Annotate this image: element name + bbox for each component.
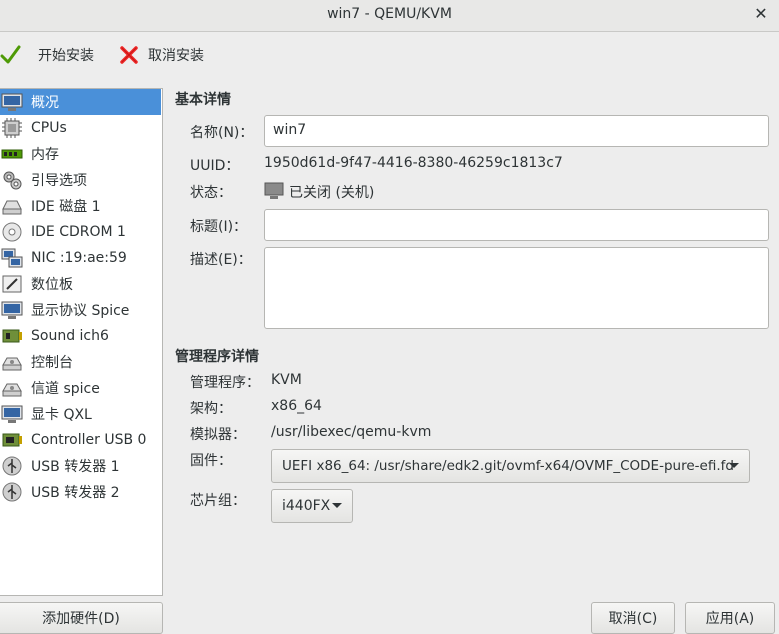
description-label: 描述(E)：	[190, 252, 252, 268]
sidebar-item-label: IDE 磁盘 1	[31, 199, 101, 215]
sidebar-item-tablet[interactable]: 数位板	[0, 271, 161, 297]
sidebar-item-usb-redir-2[interactable]: USB 转发器 2	[0, 479, 161, 505]
emulator-value: /usr/libexec/qemu-kvm	[271, 424, 432, 440]
emulator-label: 模拟器：	[190, 427, 246, 443]
cdrom-icon	[2, 222, 22, 242]
sidebar-item-ide-disk[interactable]: IDE 磁盘 1	[0, 193, 161, 219]
sidebar-item-channel[interactable]: 信道 spice	[0, 375, 161, 401]
display-icon	[1, 301, 23, 319]
title-input[interactable]	[264, 209, 769, 241]
sidebar-item-label: 控制台	[31, 355, 73, 371]
sidebar-item-video[interactable]: 显卡 QXL	[0, 401, 161, 427]
sidebar-item-console[interactable]: 控制台	[0, 349, 161, 375]
video-card-icon	[1, 405, 23, 423]
sidebar-item-label: 信道 spice	[31, 381, 100, 397]
hypervisor-details-heading: 管理程序详情	[175, 349, 259, 365]
sidebar-item-ide-cdrom[interactable]: IDE CDROM 1	[0, 219, 161, 245]
network-icon	[1, 248, 23, 268]
window-title: win7 - QEMU/KVM	[327, 6, 452, 22]
sidebar-item-display[interactable]: 显示协议 Spice	[0, 297, 161, 323]
sidebar-item-label: NIC :19:ae:59	[31, 250, 127, 266]
uuid-label: UUID：	[190, 158, 240, 174]
start-install-label: 开始安装	[38, 48, 94, 64]
chevron-down-icon	[332, 503, 342, 508]
chipset-value: i440FX	[282, 498, 331, 514]
sidebar-item-label: 内存	[31, 147, 59, 163]
arch-value: x86_64	[271, 398, 322, 414]
sidebar-item-label: IDE CDROM 1	[31, 224, 126, 240]
sidebar-item-cpus[interactable]: CPUs	[0, 115, 161, 141]
serial-icon	[2, 357, 22, 371]
disk-icon	[2, 200, 22, 215]
cpu-icon	[2, 118, 22, 138]
shutoff-monitor-icon	[264, 182, 284, 199]
status-value: 已关闭 (关机)	[289, 185, 375, 201]
sidebar-item-label: 数位板	[31, 277, 73, 293]
hypervisor-label: 管理程序：	[190, 375, 260, 391]
memory-icon	[1, 149, 23, 159]
name-input[interactable]: win7	[264, 115, 769, 147]
sidebar-item-controller-usb[interactable]: Controller USB 0	[0, 427, 161, 453]
sidebar-item-overview[interactable]: 概况	[0, 89, 161, 115]
close-icon[interactable]: ✕	[751, 4, 771, 24]
sidebar-item-label: USB 转发器 2	[31, 485, 120, 501]
sidebar-item-usb-redir-1[interactable]: USB 转发器 1	[0, 453, 161, 479]
details-panel: 基本详情 名称(N)： win7 UUID： 1950d61d-9f47-441…	[163, 77, 779, 597]
toolbar: 开始安装 取消安装	[0, 33, 779, 77]
add-hardware-button[interactable]: 添加硬件(D)	[0, 602, 163, 634]
status-label: 状态：	[190, 185, 232, 201]
name-label: 名称(N)：	[190, 125, 254, 141]
arch-label: 架构：	[190, 401, 232, 417]
uuid-value: 1950d61d-9f47-4416-8380-46259c1813c7	[264, 155, 563, 171]
gears-icon	[3, 171, 22, 190]
tablet-icon	[2, 275, 22, 293]
sidebar-item-label: Controller USB 0	[31, 432, 147, 448]
cancel-button[interactable]: 取消(C)	[591, 602, 675, 634]
usb-icon	[2, 482, 22, 502]
monitor-icon	[1, 93, 23, 111]
firmware-select[interactable]: UEFI x86_64: /usr/share/edk2.git/ovmf-x6…	[271, 449, 750, 483]
sidebar-item-nic[interactable]: NIC :19:ae:59	[0, 245, 161, 271]
sidebar-item-label: 概况	[31, 95, 59, 111]
cancel-install-label: 取消安装	[148, 48, 204, 64]
cross-icon	[120, 46, 138, 64]
sidebar-item-sound[interactable]: Sound ich6	[0, 323, 161, 349]
chevron-down-icon	[729, 463, 739, 468]
sidebar-item-label: CPUs	[31, 120, 67, 136]
apply-button[interactable]: 应用(A)	[685, 602, 775, 634]
chipset-label: 芯片组：	[190, 493, 246, 509]
sidebar-item-label: USB 转发器 1	[31, 459, 120, 475]
sidebar-item-label: 引导选项	[31, 173, 87, 189]
name-input-value: win7	[273, 122, 307, 138]
title-label: 标题(I)：	[190, 219, 248, 235]
controller-icon	[2, 433, 22, 447]
start-install-button[interactable]: 开始安装	[0, 43, 94, 67]
checkmark-icon	[0, 45, 21, 64]
sidebar-item-memory[interactable]: 内存	[0, 141, 161, 167]
cancel-install-button[interactable]: 取消安装	[118, 43, 204, 67]
sidebar-item-label: 显卡 QXL	[31, 407, 92, 423]
usb-icon	[2, 456, 22, 476]
title-bar: win7 - QEMU/KVM ✕	[0, 0, 779, 32]
firmware-label: 固件：	[190, 453, 232, 469]
sidebar-item-label: 显示协议 Spice	[31, 303, 130, 319]
description-textarea[interactable]	[264, 247, 769, 329]
firmware-value: UEFI x86_64: /usr/share/edk2.git/ovmf-x6…	[282, 458, 734, 474]
basic-details-heading: 基本详情	[175, 92, 231, 108]
sidebar-item-boot-options[interactable]: 引导选项	[0, 167, 161, 193]
hardware-list: 概况 CPUs 内存 引导选项 IDE 磁盘 1 IDE CDROM 1 NIC…	[0, 88, 163, 596]
channel-icon	[2, 383, 22, 397]
sound-card-icon	[2, 329, 22, 343]
hypervisor-value: KVM	[271, 372, 302, 388]
chipset-select[interactable]: i440FX	[271, 489, 353, 523]
sidebar-item-label: Sound ich6	[31, 328, 109, 344]
